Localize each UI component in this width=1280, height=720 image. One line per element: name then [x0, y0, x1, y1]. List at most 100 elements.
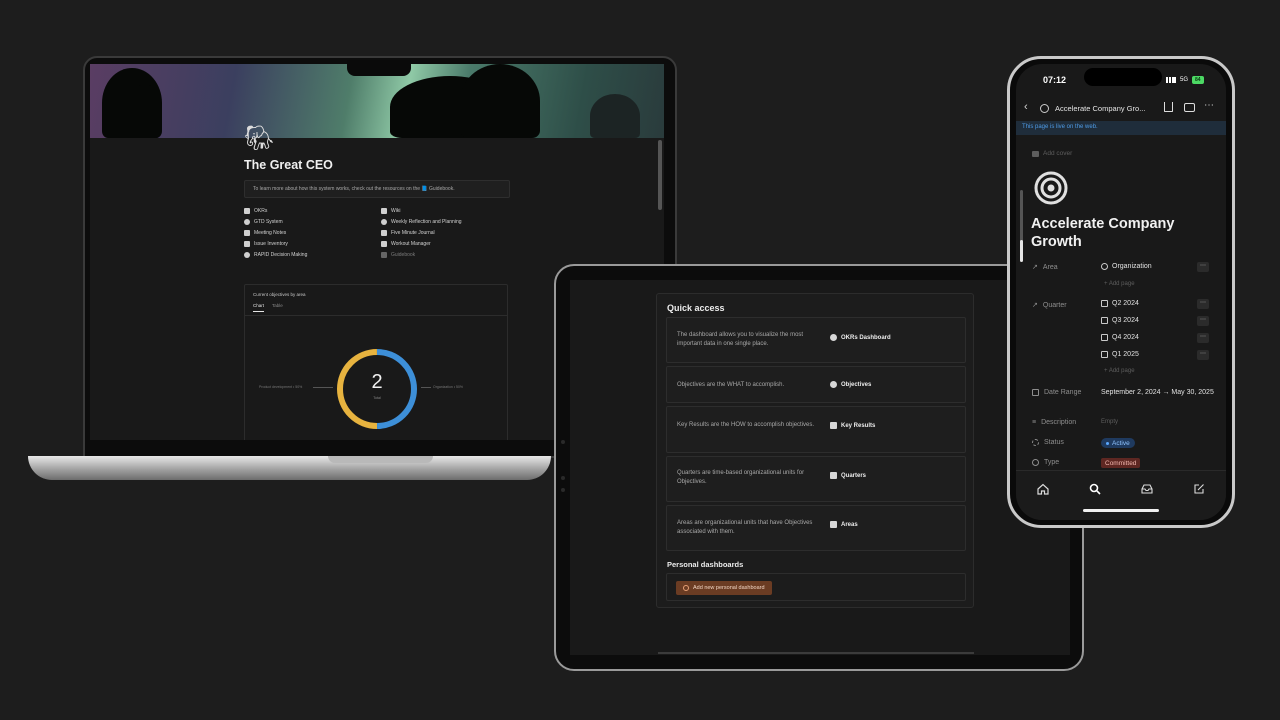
- quarter-value[interactable]: Q4 2024: [1101, 334, 1139, 341]
- gear-icon: [381, 219, 387, 225]
- scrollbar[interactable]: [658, 140, 662, 210]
- link-grid: OKRs Wiki GTD System Weekly Reflection a…: [244, 208, 510, 258]
- link-five-minute-journal[interactable]: Five Minute Journal: [381, 230, 510, 236]
- target-icon: [1040, 104, 1049, 113]
- more-button[interactable]: ⋯: [1197, 316, 1209, 326]
- inbox-icon[interactable]: [1141, 483, 1153, 495]
- document-icon: [381, 252, 387, 258]
- calendar-icon: [1101, 334, 1108, 341]
- camera-dot: [561, 440, 565, 444]
- add-personal-dashboard-button[interactable]: Add new personal dashboard: [676, 581, 772, 595]
- quick-access-row: Objectives are the WHAT to accomplish. O…: [666, 366, 966, 403]
- legend-line: [313, 387, 333, 388]
- live-banner[interactable]: This page is live on the web.: [1016, 121, 1226, 135]
- page-title: The Great CEO: [244, 158, 333, 172]
- search-icon[interactable]: [1089, 483, 1101, 495]
- dumbbell-icon: [381, 241, 387, 247]
- more-button[interactable]: ⋯: [1197, 299, 1209, 309]
- objectives-chart-card: Current objectives by area Chart Table 2…: [244, 284, 508, 440]
- calendar-icon: [1032, 389, 1039, 396]
- quarter-value[interactable]: Q3 2024: [1101, 317, 1139, 324]
- type-tag[interactable]: Committed: [1101, 458, 1141, 468]
- globe-icon: [1101, 263, 1108, 270]
- divider: [245, 315, 507, 316]
- quick-access-row: Areas are organizational units that have…: [666, 505, 966, 551]
- quarter-value[interactable]: Q2 2024: [1101, 300, 1139, 307]
- divider: [658, 652, 974, 654]
- add-page-button[interactable]: + Add page: [1104, 281, 1135, 287]
- more-button[interactable]: ⋯: [1197, 333, 1209, 343]
- share-icon[interactable]: [1164, 102, 1173, 112]
- ceo-page: 🐘︎ The Great CEO To learn more about how…: [244, 124, 510, 258]
- status-time: 07:12: [1043, 75, 1067, 85]
- tab-table[interactable]: Table: [272, 303, 283, 312]
- compose-icon[interactable]: [1193, 483, 1205, 495]
- arrow-icon: ↗: [1032, 264, 1038, 271]
- key-results-link[interactable]: Key Results: [830, 422, 875, 429]
- camera-dot: [561, 476, 565, 480]
- link-wiki[interactable]: Wiki: [381, 208, 510, 214]
- quarters-link[interactable]: Quarters: [830, 472, 866, 479]
- personal-dashboards-title: Personal dashboards: [667, 560, 744, 569]
- link-okrs[interactable]: OKRs: [244, 208, 373, 214]
- row-description: The dashboard allows you to visualize th…: [677, 332, 804, 347]
- more-button[interactable]: ⋯: [1197, 262, 1209, 272]
- status-icon: [1032, 439, 1039, 446]
- home-icon[interactable]: [1037, 483, 1049, 495]
- back-icon[interactable]: ‹: [1024, 101, 1028, 113]
- area-value[interactable]: Organization: [1101, 263, 1152, 270]
- quick-access-row: Quarters are time-based organizational u…: [666, 456, 966, 502]
- scrollbar-thumb[interactable]: [1020, 240, 1023, 262]
- link-gtd-system[interactable]: GTD System: [244, 219, 373, 225]
- legend-organization: Organization • 50%: [433, 385, 464, 389]
- quarter-value[interactable]: Q1 2025: [1101, 351, 1139, 358]
- area-label: ↗ Area: [1032, 263, 1058, 272]
- description-value[interactable]: Empty: [1101, 419, 1118, 425]
- page-title: Accelerate Company Growth: [1031, 216, 1175, 250]
- home-indicator[interactable]: [1083, 509, 1159, 512]
- link-meeting-notes[interactable]: Meeting Notes: [244, 230, 373, 236]
- date-range-value[interactable]: September 2, 2024 → May 30, 2025: [1101, 387, 1216, 398]
- link-weekly-reflection[interactable]: Weekly Reflection and Planning: [381, 219, 510, 225]
- signal-icon: [1166, 77, 1176, 83]
- add-page-button[interactable]: + Add page: [1104, 368, 1135, 374]
- link-rapid-decision[interactable]: RAPID Decision Making: [244, 252, 373, 258]
- link-issue-inventory[interactable]: Issue Inventory: [244, 241, 373, 247]
- objectives-link[interactable]: Objectives: [830, 381, 871, 388]
- nav-title: Accelerate Company Gro...: [1055, 104, 1146, 113]
- objectives-title: Current objectives by area: [253, 292, 306, 297]
- more-button[interactable]: ⋯: [1197, 350, 1209, 360]
- add-cover-button[interactable]: Add cover: [1032, 150, 1072, 157]
- target-icon: [830, 381, 837, 388]
- plus-circle-icon: [683, 585, 689, 591]
- check-circle-icon: [244, 219, 250, 225]
- okrs-dashboard-link[interactable]: OKRs Dashboard: [830, 334, 891, 341]
- status-tag[interactable]: Active: [1101, 438, 1135, 448]
- laptop-base: [28, 456, 551, 480]
- select-icon: [1032, 459, 1039, 466]
- book-icon: [381, 208, 387, 214]
- view-tabs: Chart Table: [253, 303, 283, 312]
- areas-link[interactable]: Areas: [830, 521, 858, 528]
- calendar-icon: [1101, 317, 1108, 324]
- row-description: Key Results are the HOW to accomplish ob…: [677, 422, 815, 428]
- comment-icon[interactable]: [1184, 103, 1195, 112]
- list-icon: [244, 241, 250, 247]
- date-range-label: Date Range: [1032, 389, 1081, 396]
- link-workout-manager[interactable]: Workout Manager: [381, 241, 510, 247]
- guidebook-callout: To learn more about how this system work…: [244, 180, 510, 198]
- calendar-icon: [1101, 300, 1108, 307]
- target-icon: [1034, 171, 1068, 205]
- status-indicators: 5G 84: [1166, 76, 1204, 84]
- battery-icon: 84: [1192, 76, 1204, 84]
- phone-tab-bar: [1016, 470, 1226, 520]
- quick-access-row: The dashboard allows you to visualize th…: [666, 317, 966, 363]
- legend-line: [421, 387, 431, 388]
- row-description: Areas are organizational units that have…: [677, 520, 813, 535]
- tab-chart[interactable]: Chart: [253, 303, 265, 312]
- row-description: Objectives are the WHAT to accomplish.: [677, 382, 785, 388]
- description-label: ≡ Description: [1032, 419, 1077, 426]
- camera-notch: [347, 60, 411, 76]
- more-icon[interactable]: ⋯: [1204, 100, 1214, 111]
- link-guidebook[interactable]: Guidebook: [381, 252, 510, 258]
